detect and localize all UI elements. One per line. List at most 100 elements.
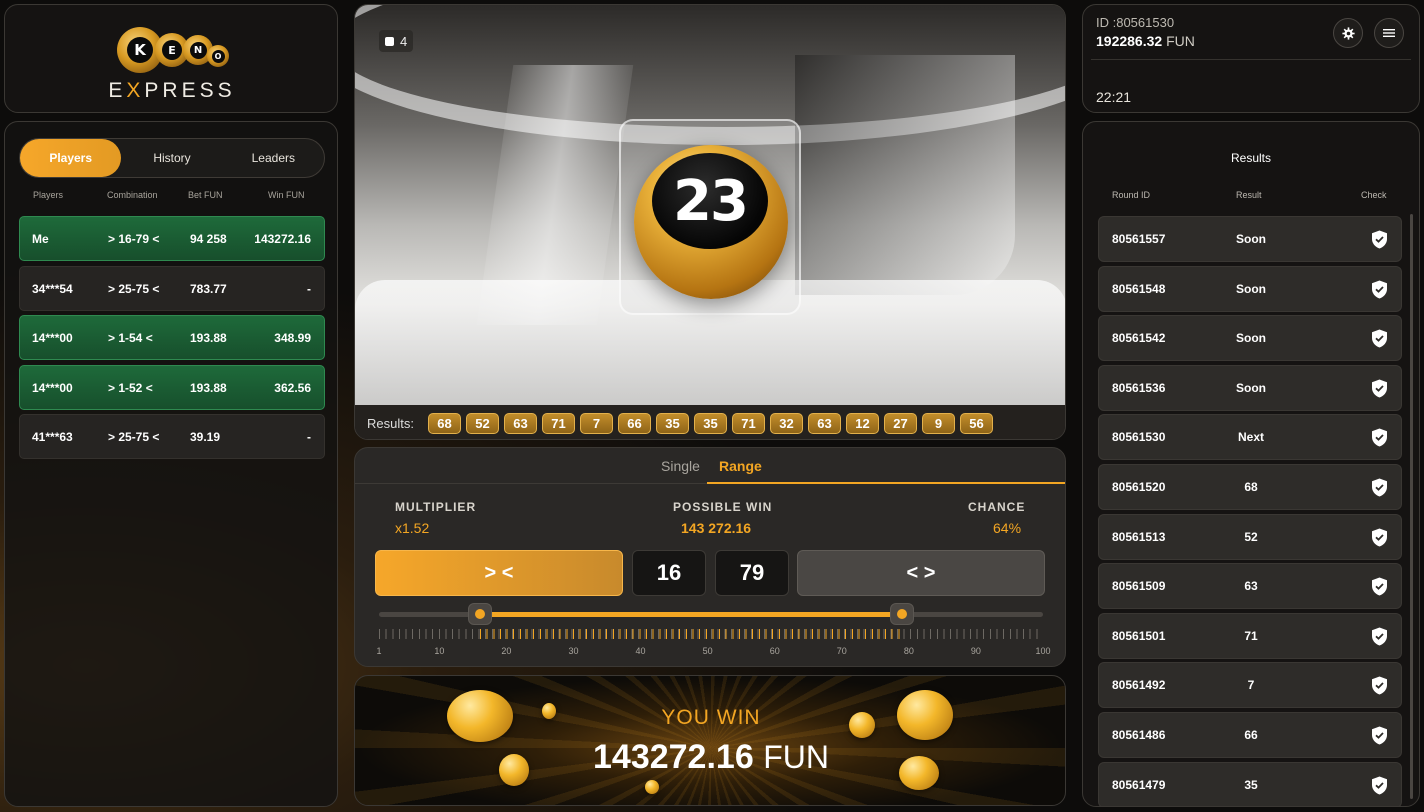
round-result: Soon bbox=[1236, 331, 1266, 346]
col-bet: Bet FUN bbox=[188, 190, 223, 200]
mode-range-tab[interactable]: Range bbox=[719, 458, 762, 474]
round-result: 7 bbox=[1247, 678, 1255, 693]
player-bet: 193.88 bbox=[190, 381, 227, 395]
range-low-input[interactable]: 16 bbox=[632, 550, 706, 596]
range-high-handle[interactable] bbox=[890, 603, 915, 625]
col-players: Players bbox=[33, 190, 64, 200]
win-banner: YOU WIN 143272.16 FUN bbox=[354, 675, 1066, 806]
players-table-header: Players Combination Bet FUN Win FUN bbox=[19, 190, 325, 204]
result-chip: 27 bbox=[883, 412, 917, 434]
verify-shield-icon[interactable] bbox=[1371, 676, 1388, 695]
logo-ball: O bbox=[207, 45, 229, 67]
result-row: 80561479 35 bbox=[1098, 761, 1402, 806]
tab-leaders[interactable]: Leaders bbox=[223, 139, 324, 177]
player-row: 41***63 > 25-75 < 39.19 - bbox=[19, 414, 325, 459]
player-bet: 783.77 bbox=[190, 282, 227, 296]
results-title: Results bbox=[1230, 151, 1271, 165]
col-check: Check bbox=[1361, 190, 1387, 200]
verify-shield-icon[interactable] bbox=[1371, 726, 1388, 745]
players-panel: Players History Leaders Players Combinat… bbox=[4, 121, 338, 807]
results-panel: Results Round ID Result Check 80561557 So… bbox=[1082, 121, 1420, 807]
result-row: 80561536 Soon bbox=[1098, 364, 1402, 411]
verify-shield-icon[interactable] bbox=[1371, 577, 1388, 596]
result-row: 80561509 63 bbox=[1098, 563, 1402, 610]
menu-button[interactable] bbox=[1374, 18, 1404, 48]
player-win: - bbox=[307, 430, 311, 444]
logo-panel: K E N O EXPRESS bbox=[4, 4, 338, 113]
col-combination: Combination bbox=[107, 190, 158, 200]
slider-tick-label: 60 bbox=[769, 646, 780, 656]
verify-shield-icon[interactable] bbox=[1371, 627, 1388, 646]
gear-icon bbox=[1341, 26, 1355, 40]
mode-switch: Single Range bbox=[355, 448, 1065, 484]
results-scrollbar[interactable] bbox=[1410, 214, 1413, 799]
balance: 192286.32 FUN bbox=[1096, 33, 1195, 49]
col-win: Win FUN bbox=[268, 190, 305, 200]
player-combination: > 16-79 < bbox=[108, 232, 160, 246]
recent-results-label: Results: bbox=[367, 415, 414, 431]
round-result: 71 bbox=[1244, 628, 1258, 643]
result-chip: 66 bbox=[617, 412, 651, 434]
verify-shield-icon[interactable] bbox=[1371, 230, 1388, 249]
possible-win-value: 143 272.16 bbox=[681, 520, 752, 536]
slider-tick-label: 30 bbox=[568, 646, 579, 656]
result-row: 80561548 Soon bbox=[1098, 265, 1402, 312]
range-outside-button[interactable]: < > bbox=[797, 550, 1045, 596]
mode-single-tab[interactable]: Single bbox=[661, 458, 700, 474]
slider-tick-label: 40 bbox=[635, 646, 646, 656]
result-row: 80561492 7 bbox=[1098, 662, 1402, 709]
player-bet: 193.88 bbox=[190, 331, 227, 345]
verify-shield-icon[interactable] bbox=[1371, 379, 1388, 398]
result-row: 80561520 68 bbox=[1098, 464, 1402, 510]
tab-players[interactable]: Players bbox=[20, 139, 122, 177]
player-row: 14***00 > 1-52 < 193.88 362.56 bbox=[19, 365, 325, 410]
verify-shield-icon[interactable] bbox=[1371, 329, 1388, 348]
settings-button[interactable] bbox=[1333, 18, 1363, 48]
camera-count: 4 bbox=[400, 33, 408, 49]
draw-machine-view: 23 4 bbox=[355, 5, 1065, 405]
player-row: 14***00 > 1-54 < 193.88 348.99 bbox=[19, 315, 325, 360]
player-bet: 94 258 bbox=[190, 232, 227, 246]
mode-underline bbox=[707, 482, 1065, 484]
player-name: Me bbox=[32, 232, 49, 246]
verify-shield-icon[interactable] bbox=[1371, 428, 1388, 447]
result-chip: 32 bbox=[769, 412, 803, 434]
tab-history[interactable]: History bbox=[121, 139, 222, 177]
player-row: 34***54 > 25-75 < 783.77 - bbox=[19, 266, 325, 311]
verify-shield-icon[interactable] bbox=[1371, 776, 1388, 795]
camera-switch[interactable]: 4 bbox=[379, 30, 414, 52]
player-combination: > 25-75 < bbox=[108, 282, 160, 296]
verify-shield-icon[interactable] bbox=[1371, 478, 1388, 497]
range-low-handle[interactable] bbox=[467, 603, 492, 625]
slider-tick-label: 20 bbox=[501, 646, 512, 656]
player-row: Me > 16-79 < 94 258 143272.16 bbox=[19, 216, 325, 261]
range-high-input[interactable]: 79 bbox=[715, 550, 789, 596]
slider-tick-label: 100 bbox=[1035, 646, 1051, 656]
player-name: 41***63 bbox=[32, 430, 73, 444]
possible-win-label: POSSIBLE WIN bbox=[673, 500, 773, 514]
verify-shield-icon[interactable] bbox=[1371, 280, 1388, 299]
round-result: Soon bbox=[1236, 380, 1266, 395]
player-win: 348.99 bbox=[274, 331, 311, 345]
player-combination: > 1-52 < bbox=[108, 381, 153, 395]
result-row: 80561486 66 bbox=[1098, 712, 1402, 758]
result-chip: 63 bbox=[503, 412, 537, 434]
hamburger-icon bbox=[1383, 29, 1395, 37]
multiplier-value: x1.52 bbox=[395, 520, 430, 536]
col-round-id: Round ID bbox=[1112, 190, 1151, 200]
range-inside-button[interactable]: > < bbox=[375, 550, 623, 596]
player-bet: 39.19 bbox=[190, 430, 221, 444]
player-win: - bbox=[307, 282, 311, 296]
player-win: 362.56 bbox=[274, 381, 311, 395]
round-result: Next bbox=[1237, 430, 1264, 445]
win-title: YOU WIN bbox=[661, 706, 761, 729]
keno-logo: K E N O bbox=[117, 25, 237, 73]
verify-shield-icon[interactable] bbox=[1371, 528, 1388, 547]
slider-tick-label: 70 bbox=[836, 646, 847, 656]
result-row: 80561557 Soon bbox=[1098, 216, 1402, 262]
round-result: 35 bbox=[1244, 777, 1258, 792]
result-chip: 7 bbox=[579, 412, 613, 434]
result-row: 80561542 Soon bbox=[1098, 315, 1402, 362]
win-amount: 143272.16 FUN bbox=[593, 738, 829, 776]
player-win: 143272.16 bbox=[254, 232, 311, 246]
